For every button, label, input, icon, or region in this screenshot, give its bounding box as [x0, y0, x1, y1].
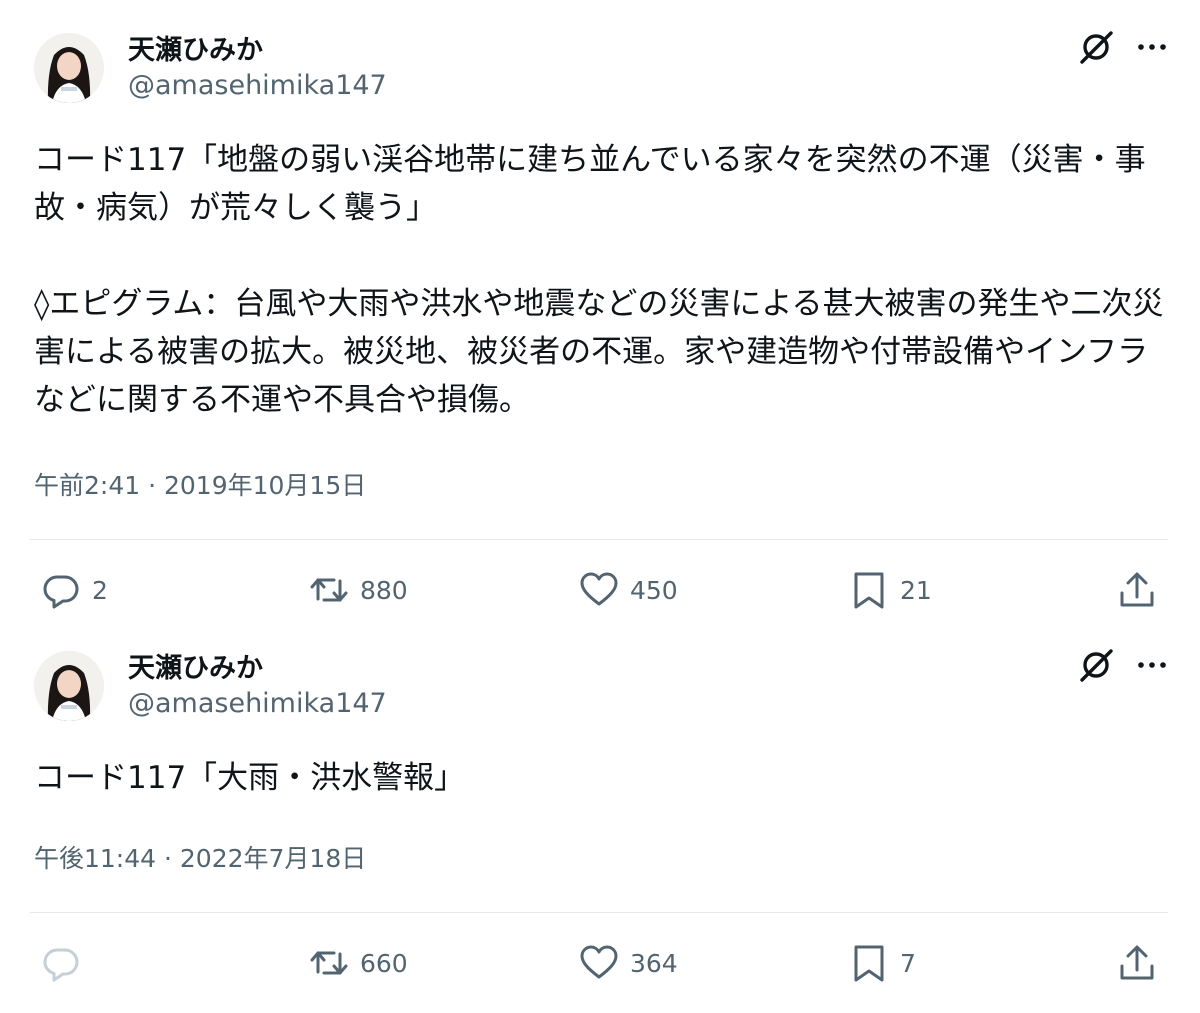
like-count: 450 [630, 575, 678, 605]
display-name[interactable]: 天瀬ひみか [128, 646, 263, 685]
repost-button[interactable]: 880 [308, 565, 408, 615]
like-button[interactable]: 450 [578, 565, 678, 615]
tweet-text: コード117「地盤の弱い渓谷地帯に建ち並んでいる家々を突然の不運（災害・事故・病… [34, 142, 1164, 418]
reply-button[interactable] [40, 938, 92, 988]
divider [30, 912, 1168, 913]
repost-icon [310, 951, 348, 975]
repost-count: 880 [360, 575, 408, 605]
divider [30, 539, 1168, 540]
share-button[interactable] [1116, 938, 1158, 988]
timestamp[interactable]: 午後11:44 · 2022年7月18日 [34, 839, 366, 875]
bookmark-count: 21 [900, 575, 932, 605]
bookmark-button[interactable]: 7 [848, 938, 916, 988]
like-count: 364 [630, 948, 678, 978]
timestamp[interactable]: 午前2:41 · 2019年10月15日 [34, 466, 366, 502]
heart-icon [580, 945, 618, 979]
grok-icon[interactable] [1076, 645, 1116, 685]
display-name[interactable]: 天瀬ひみか [128, 28, 263, 67]
repost-button[interactable]: 660 [308, 938, 408, 988]
more-icon[interactable] [1132, 27, 1172, 67]
bookmark-icon [854, 572, 884, 609]
grok-icon[interactable] [1076, 27, 1116, 67]
share-button[interactable] [1116, 565, 1158, 615]
avatar[interactable] [34, 33, 104, 103]
reply-count: 2 [92, 575, 108, 605]
repost-icon [310, 578, 348, 602]
share-icon [1120, 572, 1154, 607]
avatar[interactable] [34, 651, 104, 721]
bookmark-icon [854, 945, 884, 982]
heart-icon [580, 572, 618, 606]
user-handle[interactable]: @amasehimika147 [128, 688, 387, 719]
bookmark-button[interactable]: 21 [848, 565, 932, 615]
more-icon[interactable] [1132, 645, 1172, 685]
reply-icon [43, 575, 79, 609]
bookmark-count: 7 [900, 948, 916, 978]
like-button[interactable]: 364 [578, 938, 678, 988]
reply-icon [43, 948, 79, 982]
repost-count: 660 [360, 948, 408, 978]
reply-button[interactable]: 2 [40, 565, 108, 615]
user-handle[interactable]: @amasehimika147 [128, 70, 387, 101]
tweet-text: コード117「大雨・洪水警報」 [34, 760, 466, 796]
share-icon [1120, 945, 1154, 980]
